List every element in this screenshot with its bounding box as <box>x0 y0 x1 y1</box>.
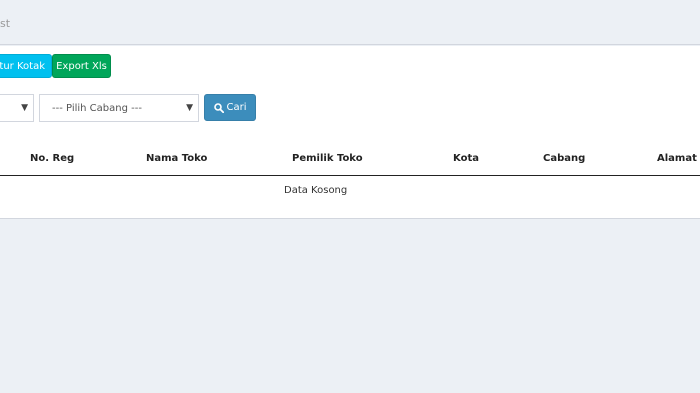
caret-down-icon: ▼ <box>186 103 193 113</box>
search-button[interactable]: Cari <box>204 94 256 121</box>
search-button-label: Cari <box>226 102 247 113</box>
export-xls-button[interactable]: Export Xls <box>52 54 111 78</box>
column-header-no-reg: No. Reg <box>30 153 75 164</box>
branch-select[interactable]: --- Pilih Cabang --- ▼ <box>39 94 199 122</box>
column-header-alamat: Alamat <box>657 153 697 164</box>
column-header-nama-toko: Nama Toko <box>146 153 208 164</box>
content-box: atur Kotak Export Xls ▼ --- Pilih Cabang… <box>0 46 700 219</box>
first-filter-select[interactable]: ▼ <box>0 94 34 122</box>
breadcrumb[interactable]: st <box>0 17 10 30</box>
branch-select-value: --- Pilih Cabang --- <box>52 102 142 114</box>
table-header-divider <box>0 175 700 176</box>
search-icon <box>213 102 224 113</box>
column-header-kota: Kota <box>453 153 479 164</box>
top-header: st <box>0 0 700 45</box>
atur-kotak-button[interactable]: atur Kotak <box>0 54 52 78</box>
empty-table-message: Data Kosong <box>284 185 348 196</box>
caret-down-icon: ▼ <box>21 103 28 113</box>
column-header-cabang: Cabang <box>543 153 586 164</box>
column-header-pemilik-toko: Pemilik Toko <box>292 153 363 164</box>
